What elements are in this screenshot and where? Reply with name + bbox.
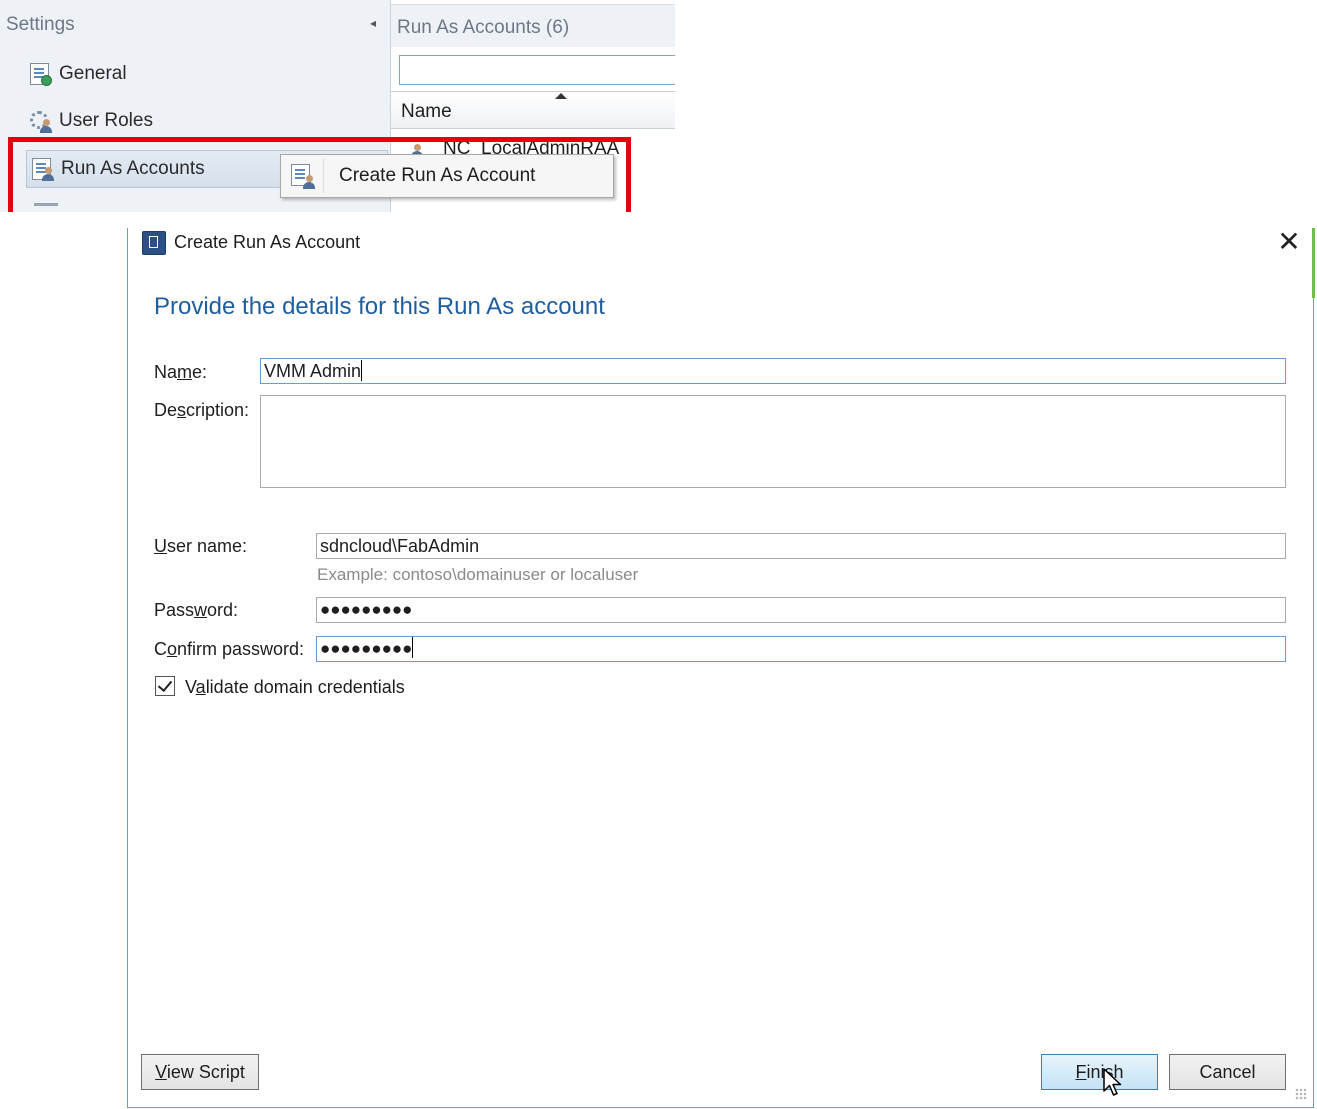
dialog-titlebar: Create Run As Account ✕ (128, 228, 1313, 264)
description-field[interactable] (260, 395, 1286, 488)
list-title: Run As Accounts (6) (397, 17, 570, 38)
dialog-app-icon (142, 231, 166, 255)
settings-doc-icon (28, 62, 52, 86)
finish-button[interactable]: Finish (1041, 1054, 1158, 1090)
nav-item-label: Run As Accounts (61, 158, 205, 179)
nav-item-user-roles[interactable]: User Roles (28, 103, 378, 139)
create-run-as-account-dialog: Create Run As Account ✕ Provide the deta… (127, 228, 1314, 1108)
confirm-password-field-value: ●●●●●●●●● (320, 639, 413, 658)
vmm-console-snippet: Settings ◂ General User Roles Run As Acc… (0, 0, 675, 212)
password-field[interactable]: ●●●●●●●●● (316, 597, 1286, 623)
run-as-accounts-icon (30, 157, 54, 181)
description-label: Description: (154, 400, 250, 420)
dialog-heading: Provide the details for this Run As acco… (154, 293, 605, 320)
validate-credentials-checkbox[interactable] (155, 676, 175, 696)
user-name-field[interactable]: sdncloud\FabAdmin (316, 533, 1286, 559)
user-name-example: Example: contoso\domainuser or localuser (317, 565, 639, 584)
settings-title: Settings (6, 14, 75, 35)
confirm-password-field[interactable]: ●●●●●●●●● (316, 636, 1286, 662)
context-menu-item-label: Create Run As Account (339, 165, 536, 186)
create-run-as-icon (289, 163, 315, 189)
close-icon: ✕ (1277, 226, 1301, 257)
name-field[interactable]: VMM Admin (260, 358, 1286, 384)
close-button[interactable]: ✕ (1274, 228, 1304, 258)
name-label: Name: (154, 362, 208, 382)
window-edge-accent (1312, 228, 1315, 298)
confirm-password-label: Confirm password: (154, 639, 305, 659)
column-header-name[interactable]: Name (391, 91, 675, 129)
context-menu-item-create-run-as-account[interactable]: Create Run As Account (289, 161, 609, 191)
filter-input[interactable] (399, 55, 675, 85)
column-header-label: Name (401, 101, 452, 122)
user-name-field-value: sdncloud\FabAdmin (320, 536, 480, 556)
sort-ascending-icon (555, 93, 567, 99)
view-script-button[interactable]: View Script (141, 1054, 259, 1090)
collapse-pane-icon[interactable]: ◂ (370, 16, 376, 30)
nav-item-label: User Roles (59, 110, 153, 131)
user-name-label: User name: (154, 536, 248, 556)
dialog-title: Create Run As Account (174, 232, 361, 252)
list-header: Run As Accounts (6) (391, 4, 675, 47)
password-label: Password: (154, 600, 239, 620)
name-field-value: VMM Admin (264, 361, 362, 381)
user-roles-icon (28, 109, 52, 133)
text-caret (361, 360, 363, 381)
validate-credentials-label[interactable]: Validate domain credentials (185, 677, 405, 698)
nav-item-general[interactable]: General (28, 56, 378, 92)
resize-grip-icon[interactable] (1293, 1086, 1307, 1100)
password-field-value: ●●●●●●●●● (320, 600, 413, 619)
cancel-button[interactable]: Cancel (1169, 1054, 1286, 1090)
nav-item-partial (34, 203, 58, 206)
text-caret (412, 637, 414, 658)
nav-item-label: General (59, 63, 127, 84)
context-menu: Create Run As Account (280, 154, 614, 198)
